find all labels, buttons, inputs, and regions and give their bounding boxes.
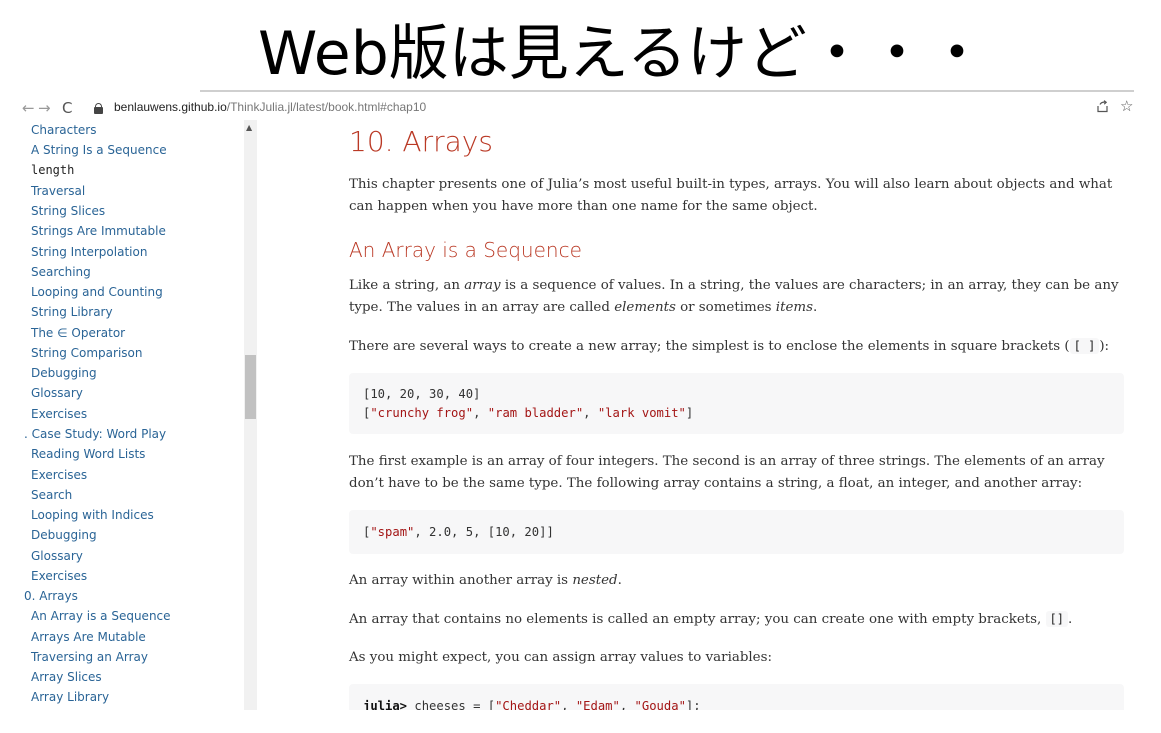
paragraph: There are several ways to create a new a…	[349, 338, 1110, 354]
toc-item[interactable]: An Array is a Sequence	[31, 608, 171, 624]
code-line: [10, 20, 30, 40]	[363, 387, 481, 401]
code-line: ["spam", 2.0, 5, [10, 20]]	[363, 525, 554, 539]
title-divider	[200, 90, 1134, 92]
toc-item[interactable]: String Comparison	[31, 345, 142, 361]
url-host: benlauwens.github.io	[114, 100, 227, 114]
paragraph: As you might expect, you can assign arra…	[349, 650, 772, 665]
toc-item[interactable]: Reading Word Lists	[31, 446, 145, 462]
scroll-up-icon[interactable]: ▲	[246, 124, 252, 132]
reload-icon[interactable]: C	[62, 99, 72, 117]
paragraph: An array that contains no elements is ca…	[349, 611, 1073, 627]
chapter-title: 10. Arrays	[349, 125, 493, 158]
code-block: ["spam", 2.0, 5, [10, 20]]	[349, 510, 1124, 554]
toc-item[interactable]: The ∈ Operator	[31, 325, 125, 341]
toc-item[interactable]: Searching	[31, 264, 91, 280]
toc-item[interactable]: Array Library	[31, 689, 109, 705]
toc-item[interactable]: length	[31, 162, 74, 178]
slide-title: Web版は見えるけど・・・	[258, 19, 988, 89]
lock-icon[interactable]	[94, 103, 103, 114]
toc-item[interactable]: String Library	[31, 304, 113, 320]
toc-item[interactable]: Debugging	[31, 527, 97, 543]
bookmark-star-icon[interactable]: ☆	[1120, 97, 1133, 115]
code-block: [10, 20, 30, 40] ["crunchy frog", "ram b…	[349, 373, 1124, 434]
book-content: 10. Arrays This chapter presents one of …	[258, 120, 1136, 710]
toc-item[interactable]: Arrays Are Mutable	[31, 629, 146, 645]
toc-item[interactable]: Glossary	[31, 385, 83, 401]
scrollbar-thumb[interactable]	[245, 355, 256, 419]
url-path: /ThinkJulia.jl/latest/book.html#chap10	[226, 100, 427, 114]
forward-icon[interactable]: →	[38, 99, 51, 117]
toc-chapter[interactable]: . Case Study: Word Play	[24, 426, 166, 442]
toc-item[interactable]: String Slices	[31, 203, 105, 219]
paragraph: The first example is an array of four in…	[349, 454, 1105, 491]
code-block: julia> cheeses = ["Cheddar", "Edam", "Go…	[349, 684, 1124, 710]
intro-paragraph: This chapter presents one of Julia’s mos…	[349, 177, 1113, 214]
code-line: ["crunchy frog", "ram bladder", "lark vo…	[363, 406, 694, 420]
toc-sidebar: Characters A String Is a Sequence length…	[24, 120, 257, 710]
toc-item[interactable]: Debugging	[31, 365, 97, 381]
toc-item[interactable]: A String Is a Sequence	[31, 142, 167, 158]
toc-item[interactable]: Looping with Indices	[31, 507, 154, 523]
toc-chapter[interactable]: 0. Arrays	[24, 588, 78, 604]
address-bar[interactable]: benlauwens.github.io/ThinkJulia.jl/lates…	[114, 100, 426, 114]
browser-toolbar: ← → C benlauwens.github.io/ThinkJulia.jl…	[22, 95, 1138, 123]
toc-item[interactable]: Strings Are Immutable	[31, 223, 166, 239]
toc-item[interactable]: Traversing an Array	[31, 649, 148, 665]
toc-item[interactable]: Exercises	[31, 467, 87, 483]
toc-item[interactable]: Characters	[31, 122, 97, 138]
share-icon[interactable]	[1096, 100, 1109, 113]
toc-item[interactable]: Exercises	[31, 568, 87, 584]
sidebar-scrollbar[interactable]: ▲	[244, 120, 257, 710]
paragraph: An array within another array is nested.	[349, 573, 622, 588]
paragraph: Like a string, an array is a sequence of…	[349, 278, 1119, 315]
section-title: An Array is a Sequence	[349, 238, 582, 262]
toc-item[interactable]: String Interpolation	[31, 244, 147, 260]
back-icon[interactable]: ←	[22, 99, 35, 117]
code-line: julia> cheeses = ["Cheddar", "Edam", "Go…	[363, 699, 701, 710]
toc-item[interactable]: Traversal	[31, 183, 85, 199]
inline-code: []	[1045, 611, 1068, 627]
inline-code: [ ]	[1069, 338, 1100, 354]
toc-item[interactable]: Looping and Counting	[31, 284, 163, 300]
toc-item[interactable]: Glossary	[31, 548, 83, 564]
toc-item[interactable]: Exercises	[31, 406, 87, 422]
toc-item[interactable]: Search	[31, 487, 72, 503]
toc-item[interactable]: Array Slices	[31, 669, 102, 685]
